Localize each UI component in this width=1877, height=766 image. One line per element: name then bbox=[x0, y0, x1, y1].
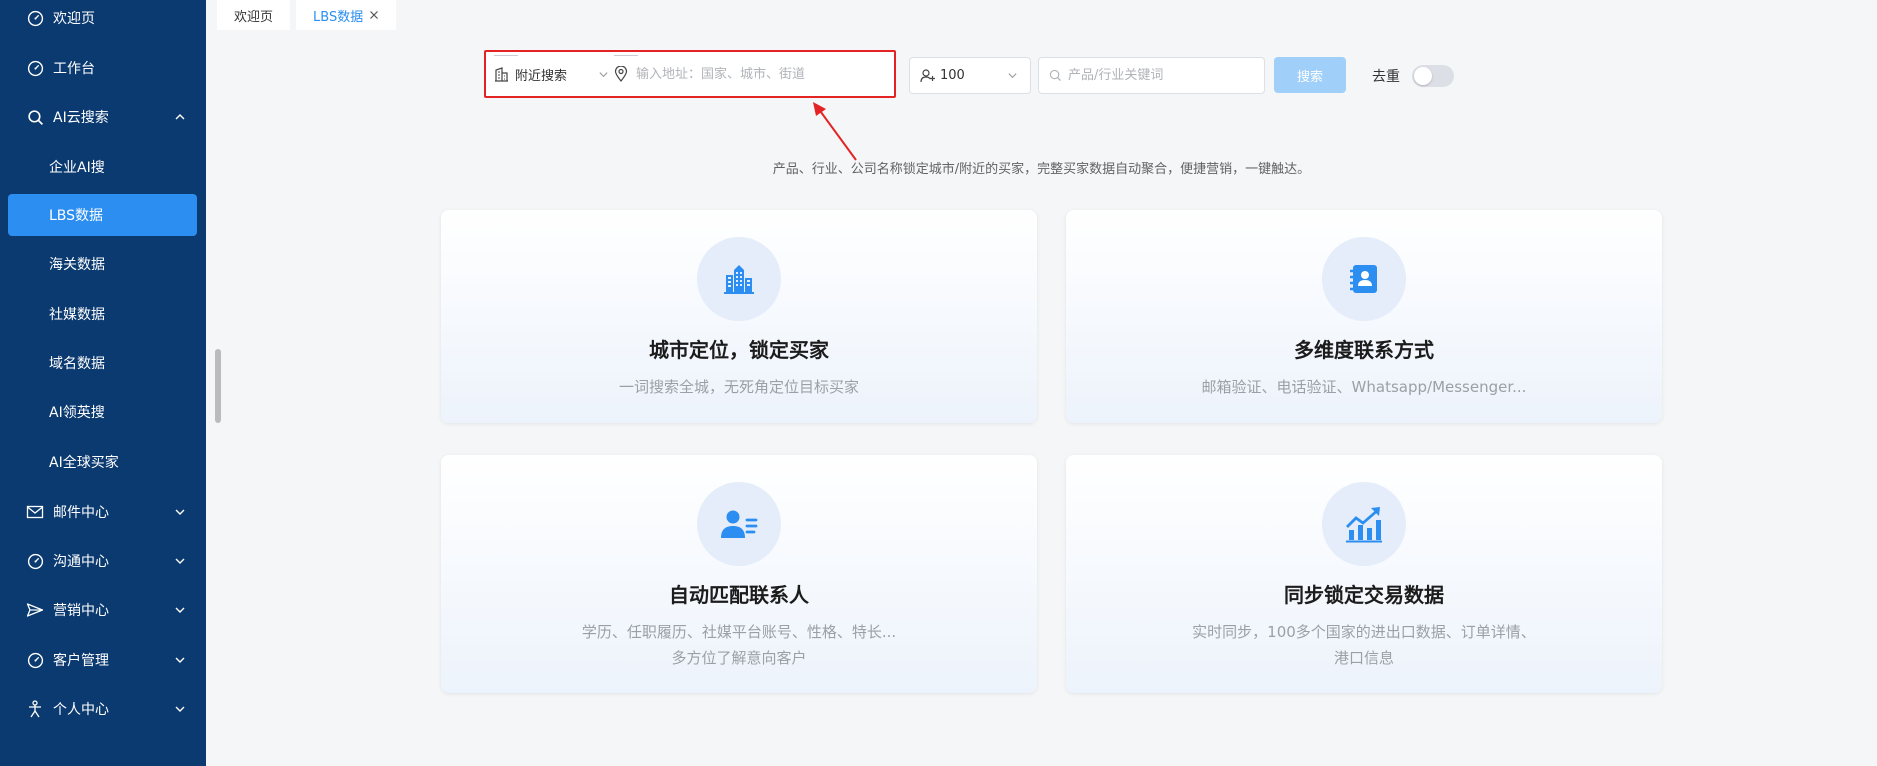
tab-lbs[interactable]: LBS数据 bbox=[296, 0, 397, 30]
feature-card-auto-match: 自动匹配联系人 学历、任职履历、社媒平台账号、性格、特长... 多方位了解意向客… bbox=[441, 455, 1037, 693]
card-title: 自动匹配联系人 bbox=[669, 583, 809, 607]
toggle-knob bbox=[1414, 67, 1432, 85]
card-description-line: 一词搜索全城，无死角定位目标买家 bbox=[618, 378, 859, 396]
chevron-down-icon bbox=[175, 509, 185, 515]
sidebar-item-personal[interactable]: 个人中心 bbox=[0, 687, 206, 731]
sidebar-subitem-label: LBS数据 bbox=[49, 208, 104, 224]
card-description-line: 邮箱验证、电话验证、Whatsapp/Messenger... bbox=[1201, 378, 1527, 396]
annotation-arrow bbox=[813, 102, 857, 161]
card-title: 多维度联系方式 bbox=[1294, 338, 1434, 362]
sidebar-item-workbench[interactable]: 工作台 bbox=[0, 46, 206, 90]
buildings-icon bbox=[697, 237, 781, 321]
card-description: 学历、任职履历、社媒平台账号、性格、特长... 多方位了解意向客户 bbox=[441, 619, 1037, 671]
sidebar-subitem-label: 社媒数据 bbox=[49, 307, 105, 323]
divider bbox=[614, 55, 638, 56]
card-description: 实时同步，100多个国家的进出口数据、订单详情、 港口信息 bbox=[1066, 619, 1662, 671]
card-description-line: 学历、任职履历、社媒平台账号、性格、特长... bbox=[581, 623, 897, 641]
card-description-line: 多方位了解意向客户 bbox=[671, 649, 807, 667]
divider bbox=[494, 55, 518, 56]
address-input[interactable] bbox=[636, 66, 866, 82]
chevron-down-icon bbox=[1008, 73, 1017, 79]
chevron-down-icon bbox=[599, 72, 608, 78]
tab-label: LBS数据 bbox=[313, 9, 364, 25]
gauge-icon bbox=[26, 651, 44, 669]
search-mode-label: 附近搜索 bbox=[515, 68, 568, 84]
chevron-down-icon bbox=[175, 657, 185, 663]
sidebar-subitem-label: 域名数据 bbox=[49, 356, 105, 372]
sidebar-item-label: 客户管理 bbox=[53, 653, 109, 669]
dedupe-toggle[interactable] bbox=[1412, 65, 1454, 87]
building-icon bbox=[495, 66, 508, 82]
sidebar: 欢迎页 工作台 AI云搜索 企业AI搜 LBS数据 海关数据 社媒数据 域名数据… bbox=[0, 0, 206, 766]
tab-label: 欢迎页 bbox=[234, 9, 274, 25]
sidebar-item-marketing[interactable]: 营销中心 bbox=[0, 588, 206, 632]
search-mode-select[interactable]: 附近搜索 bbox=[494, 60, 614, 88]
search-icon bbox=[1049, 69, 1062, 82]
card-title: 同步锁定交易数据 bbox=[1284, 583, 1444, 607]
sidebar-subitem-label: AI全球买家 bbox=[49, 455, 119, 471]
gauge-icon bbox=[26, 9, 44, 27]
card-description-line: 实时同步，100多个国家的进出口数据、订单详情、 bbox=[1192, 623, 1536, 641]
user-list-icon bbox=[697, 482, 781, 566]
sidebar-item-ai-search[interactable]: AI云搜索 bbox=[0, 95, 206, 139]
keyword-input[interactable] bbox=[1068, 68, 1258, 83]
send-icon bbox=[26, 601, 44, 619]
sidebar-subitem-global-buyers[interactable]: AI全球买家 bbox=[0, 440, 206, 484]
sidebar-item-label: 工作台 bbox=[53, 61, 95, 77]
user-add-icon bbox=[920, 68, 935, 82]
sidebar-item-label: 沟通中心 bbox=[53, 554, 109, 570]
sidebar-subitem-label: AI领英搜 bbox=[49, 405, 105, 421]
feature-card-city-locate: 城市定位，锁定买家 一词搜索全城，无死角定位目标买家 bbox=[441, 210, 1037, 423]
address-field bbox=[614, 60, 882, 88]
card-description-line: 港口信息 bbox=[1333, 649, 1394, 667]
sidebar-item-welcome[interactable]: 欢迎页 bbox=[0, 0, 206, 40]
result-count-value: 100 bbox=[940, 68, 965, 83]
mail-icon bbox=[26, 503, 44, 521]
chevron-down-icon bbox=[175, 706, 185, 712]
sidebar-subitem-label: 海关数据 bbox=[49, 257, 105, 273]
chevron-up-icon bbox=[175, 114, 185, 120]
dedupe-label: 去重 bbox=[1372, 69, 1400, 85]
sidebar-item-label: 个人中心 bbox=[53, 702, 109, 718]
contact-book-icon bbox=[1322, 237, 1406, 321]
close-icon[interactable] bbox=[369, 10, 379, 20]
location-pin-icon bbox=[614, 66, 628, 82]
tagline: 产品、行业、公司名称锁定城市/附近的买家，完整买家数据自动聚合，便捷营销，一键触… bbox=[772, 162, 1311, 177]
chevron-down-icon bbox=[175, 558, 185, 564]
sidebar-subitem-domain[interactable]: 域名数据 bbox=[0, 341, 206, 385]
keyword-field bbox=[1038, 57, 1265, 94]
person-icon bbox=[26, 700, 44, 718]
sidebar-item-customers[interactable]: 客户管理 bbox=[0, 638, 206, 682]
sidebar-subitem-social[interactable]: 社媒数据 bbox=[0, 292, 206, 336]
card-description: 邮箱验证、电话验证、Whatsapp/Messenger... bbox=[1066, 374, 1662, 400]
card-description: 一词搜索全城，无死角定位目标买家 bbox=[441, 374, 1037, 400]
sidebar-subitem-linkedin[interactable]: AI领英搜 bbox=[0, 390, 206, 434]
sidebar-item-communication[interactable]: 沟通中心 bbox=[0, 539, 206, 583]
feature-card-contacts: 多维度联系方式 邮箱验证、电话验证、Whatsapp/Messenger... bbox=[1066, 210, 1662, 423]
feature-card-trade-data: 同步锁定交易数据 实时同步，100多个国家的进出口数据、订单详情、 港口信息 bbox=[1066, 455, 1662, 693]
gauge-icon bbox=[26, 552, 44, 570]
tab-bar: 欢迎页 LBS数据 bbox=[217, 0, 402, 30]
sidebar-item-label: AI云搜索 bbox=[53, 110, 109, 126]
card-title: 城市定位，锁定买家 bbox=[649, 338, 829, 362]
gauge-icon bbox=[26, 59, 44, 77]
sidebar-subitem-lbs[interactable]: LBS数据 bbox=[0, 193, 206, 237]
sidebar-item-label: 营销中心 bbox=[53, 603, 109, 619]
sidebar-item-label: 邮件中心 bbox=[53, 505, 109, 521]
chevron-down-icon bbox=[175, 607, 185, 613]
location-search-group: 附近搜索 bbox=[484, 50, 896, 98]
search-button[interactable]: 搜索 bbox=[1274, 57, 1346, 93]
tab-welcome[interactable]: 欢迎页 bbox=[217, 0, 291, 30]
sidebar-subitem-customs[interactable]: 海关数据 bbox=[0, 242, 206, 286]
search-icon bbox=[26, 108, 44, 126]
chart-growth-icon bbox=[1322, 482, 1406, 566]
sidebar-item-label: 欢迎页 bbox=[53, 11, 95, 27]
resize-handle[interactable] bbox=[215, 349, 221, 423]
result-count-select[interactable]: 100 bbox=[909, 57, 1031, 94]
sidebar-item-mail[interactable]: 邮件中心 bbox=[0, 490, 206, 534]
